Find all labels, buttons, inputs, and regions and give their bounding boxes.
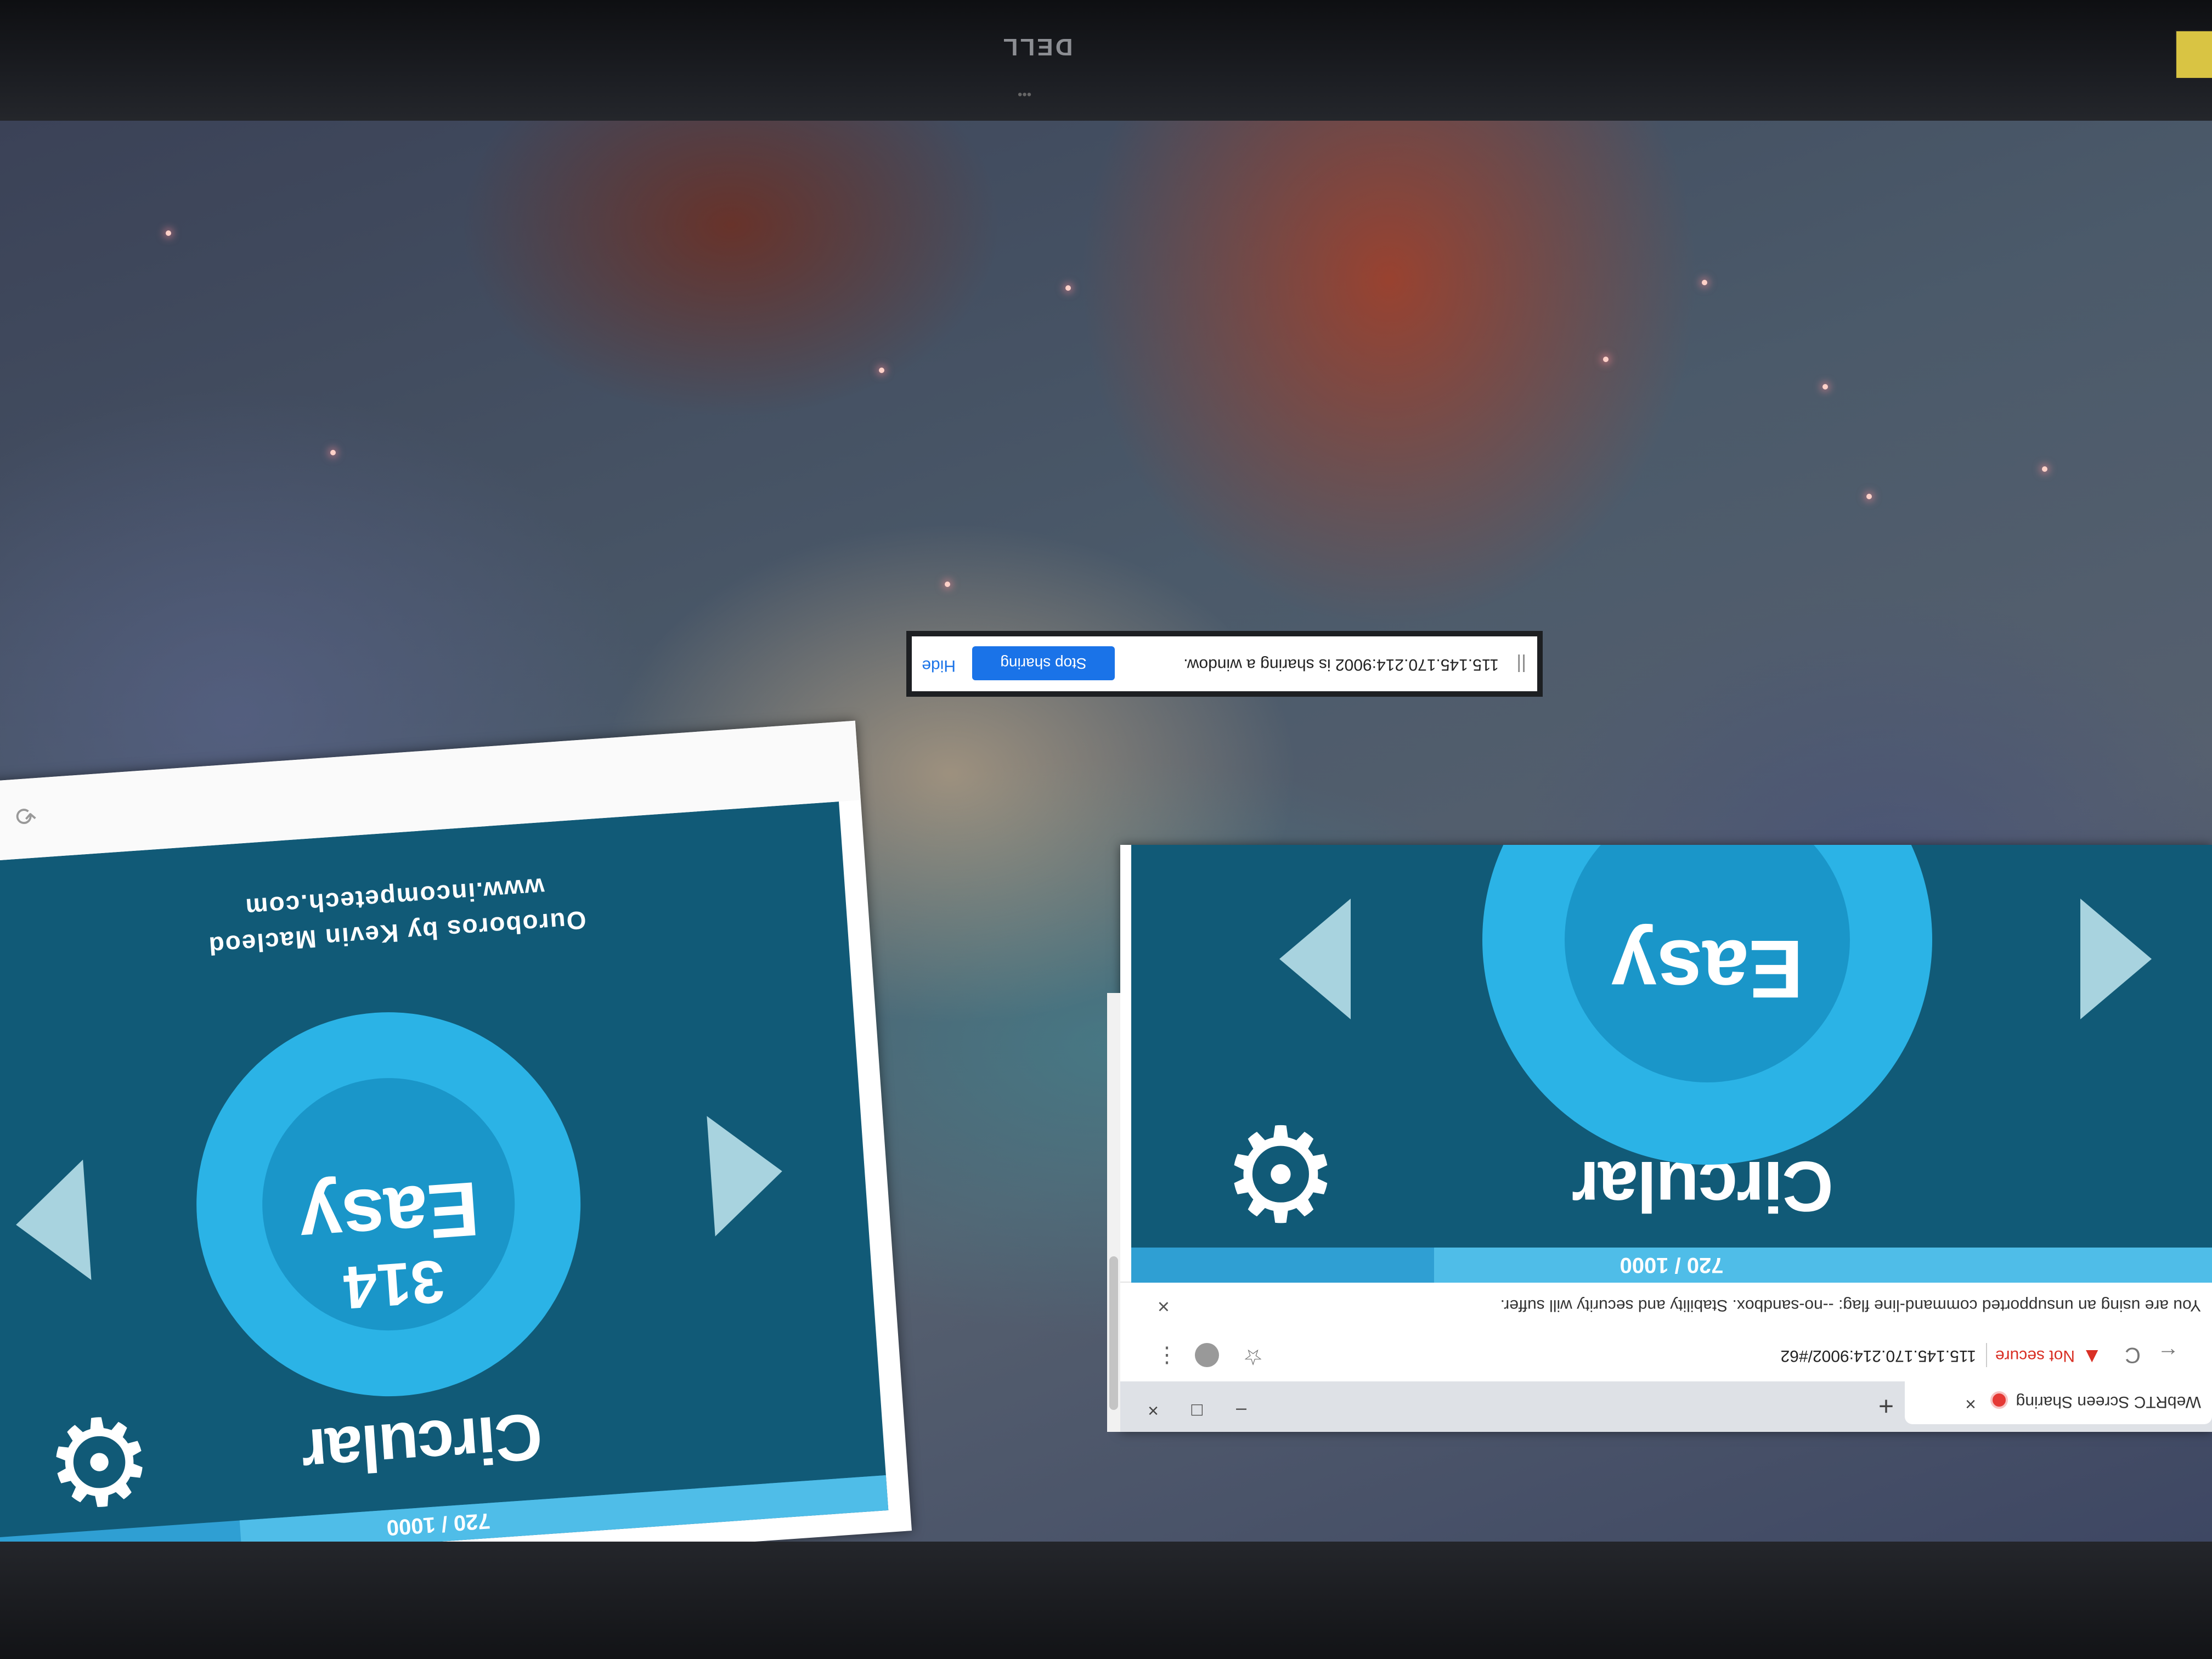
shared-window: 720 / 1000 Circular ⚙ Easy 314 Ouroboros…: [0, 720, 912, 1542]
progress-bar: 720 / 1000: [1131, 1248, 2212, 1283]
menu-icon[interactable]: ⋮: [1156, 1343, 1178, 1368]
star: [166, 230, 171, 236]
star: [2042, 466, 2047, 472]
monitor-bezel-bottom: [0, 1542, 2212, 1659]
stop-sharing-button[interactable]: Stop sharing: [972, 646, 1115, 680]
monitor-logo: DELL: [1001, 33, 1073, 60]
tab-close-icon[interactable]: ×: [1965, 1393, 1976, 1414]
recording-icon: [1990, 1391, 2008, 1409]
progress-text: 720 / 1000: [1620, 1253, 1724, 1277]
desktop-screen: WebRTC Screen Sharing × + – □ × ← C ▲ No…: [0, 121, 2212, 1542]
tab-webrtc[interactable]: WebRTC Screen Sharing ×: [1905, 1381, 2212, 1424]
infobar-message: You are using an unsupported command-lin…: [1500, 1296, 2201, 1314]
tab-title: WebRTC Screen Sharing: [2016, 1393, 2201, 1411]
star: [1866, 494, 1872, 499]
address-separator: [1986, 1343, 1987, 1367]
star: [1065, 285, 1071, 291]
browser-window: WebRTC Screen Sharing × + – □ × ← C ▲ No…: [1120, 845, 2212, 1432]
maximize-button[interactable]: □: [1191, 1400, 1203, 1421]
infobar: You are using an unsupported command-lin…: [1120, 1282, 2212, 1329]
infobar-close-icon[interactable]: ×: [1158, 1294, 1170, 1318]
star: [879, 368, 884, 373]
next-level-arrow[interactable]: [12, 1159, 92, 1285]
scrollbar[interactable]: [1107, 993, 1120, 1432]
warning-icon[interactable]: ▲: [2081, 1345, 2102, 1368]
address-bar[interactable]: 115.145.170.214:9002/#62: [1781, 1346, 1976, 1365]
game-area-shared: 720 / 1000 Circular ⚙ Easy 314 Ouroboros…: [0, 802, 889, 1542]
back-icon[interactable]: ←: [2157, 1342, 2179, 1367]
forward-icon[interactable]: ⟲: [15, 800, 38, 832]
monitor-bezel-top: DELL •••: [0, 0, 2212, 121]
new-tab-button[interactable]: +: [1878, 1391, 1894, 1421]
next-level-arrow[interactable]: [1279, 899, 1351, 1019]
game-area: 720 / 1000 Circular ⚙ Easy: [1131, 845, 2212, 1283]
star: [1603, 357, 1609, 362]
star: [330, 450, 336, 455]
sticker: [2175, 30, 2212, 79]
level-button[interactable]: Easy 314: [183, 999, 594, 1409]
previous-level-arrow[interactable]: [2080, 899, 2152, 1019]
scroll-thumb[interactable]: [1109, 1256, 1118, 1410]
game-title: Circular: [300, 1399, 545, 1489]
screen-share-panel: || 115.145.170.214:9002 is sharing a win…: [912, 636, 1537, 691]
screen-share-notification: || 115.145.170.214:9002 is sharing a win…: [906, 631, 1543, 697]
level-button[interactable]: Easy: [1482, 845, 1932, 1165]
reload-icon[interactable]: C: [2125, 1342, 2141, 1367]
share-message: 115.145.170.214:9002 is sharing a window…: [1183, 656, 1499, 674]
close-window-button[interactable]: ×: [1148, 1400, 1159, 1421]
not-secure-label[interactable]: Not secure: [1995, 1346, 2075, 1365]
browser-toolbar: ← C ▲ Not secure 115.145.170.214:9002/#6…: [1120, 1328, 2212, 1381]
minimize-button[interactable]: –: [1236, 1400, 1246, 1421]
bezel-dots: •••: [1018, 87, 1032, 102]
drag-handle-icon[interactable]: ||: [1516, 653, 1526, 675]
settings-gear-icon[interactable]: ⚙: [41, 1390, 158, 1532]
tab-bar: WebRTC Screen Sharing × + – □ ×: [1120, 1381, 2212, 1432]
hide-button[interactable]: Hide: [922, 656, 956, 675]
profile-avatar[interactable]: [1195, 1343, 1219, 1367]
settings-gear-icon[interactable]: ⚙: [1222, 1099, 1340, 1246]
level-inner-circle: Easy 314: [253, 1069, 523, 1339]
bookmark-star-icon[interactable]: ☆: [1243, 1344, 1263, 1369]
previous-level-arrow[interactable]: [707, 1111, 787, 1237]
level-inner-circle: Easy: [1565, 845, 1850, 1082]
star: [1822, 384, 1828, 390]
shared-window-wrapper: 720 / 1000 Circular ⚙ Easy 314 Ouroboros…: [0, 720, 912, 1542]
star: [1702, 280, 1707, 285]
star: [945, 582, 950, 587]
level-difficulty: Easy: [1611, 923, 1804, 1015]
